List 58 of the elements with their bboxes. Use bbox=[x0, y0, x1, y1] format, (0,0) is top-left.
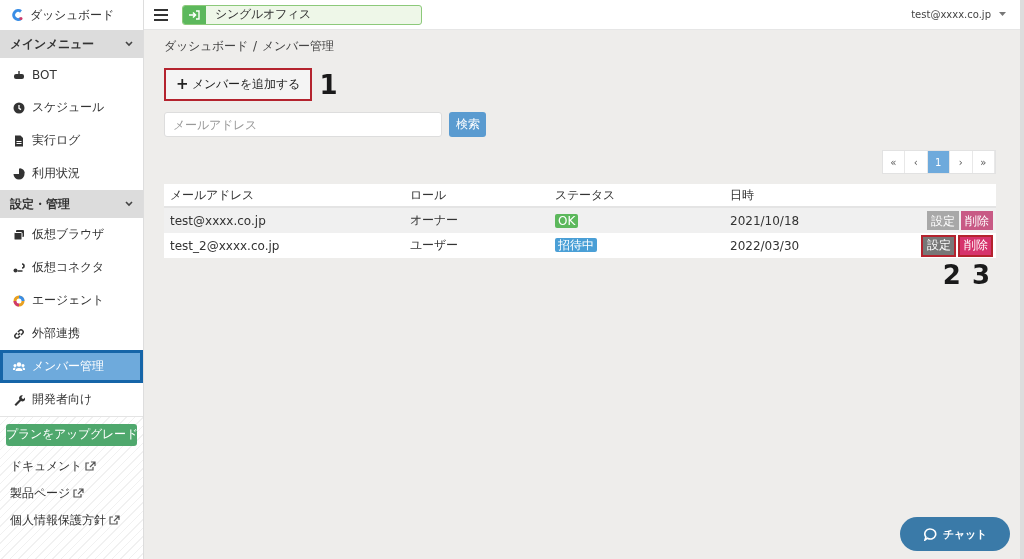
status-badge: OK bbox=[555, 213, 579, 228]
clock-icon bbox=[13, 101, 25, 114]
annotation-number: 1 bbox=[319, 71, 338, 98]
users-icon bbox=[13, 360, 25, 373]
column-header: 日時 bbox=[729, 186, 755, 204]
menu-item[interactable]: 仮想コネクタ bbox=[0, 251, 143, 284]
column-header: ロール bbox=[409, 186, 447, 204]
wrench-icon bbox=[13, 393, 25, 406]
menu-item[interactable]: エージェント bbox=[0, 284, 143, 317]
caret-icon bbox=[999, 12, 1006, 17]
table-cell-text: ユーザー bbox=[409, 237, 459, 254]
menu-item[interactable]: 実行ログ bbox=[0, 124, 143, 157]
menu-item[interactable]: 外部連携 bbox=[0, 317, 143, 350]
windows-icon bbox=[13, 228, 25, 241]
menu-icon bbox=[154, 8, 168, 21]
external-link[interactable]: 個人情報保護方針 bbox=[10, 511, 106, 529]
breadcrumb-item: メンバー管理 bbox=[262, 37, 335, 55]
document-icon bbox=[13, 134, 25, 147]
menu-item[interactable]: 開発者向け bbox=[0, 383, 143, 416]
delete-button[interactable]: 削除 bbox=[958, 234, 993, 257]
status-badge: 招待中 bbox=[555, 238, 597, 252]
menu-item[interactable]: 仮想ブラウザ bbox=[0, 218, 143, 251]
breadcrumb-separator: / bbox=[253, 39, 258, 53]
external-link-icon bbox=[85, 461, 96, 471]
table-cell-text: test@xxxx.co.jp bbox=[169, 213, 267, 228]
external-link-icon bbox=[73, 488, 84, 498]
link-icon bbox=[13, 327, 25, 340]
speech-bubble-icon bbox=[923, 527, 937, 541]
external-link[interactable]: ドキュメント bbox=[10, 457, 82, 475]
external-link[interactable]: 製品ページ bbox=[10, 484, 70, 502]
table-cell-text: 2021/10/18 bbox=[729, 213, 801, 228]
user-menu[interactable]: test@xxxx.co.jp bbox=[911, 9, 1006, 20]
robot-icon bbox=[13, 68, 25, 81]
annotation-number: 3 bbox=[971, 262, 990, 288]
email-search-field[interactable]: メールアドレス bbox=[164, 112, 442, 137]
logo-icon bbox=[12, 9, 23, 21]
annotation-number: 2 bbox=[942, 262, 961, 288]
table-cell-text: オーナー bbox=[409, 212, 459, 229]
sign-in-icon bbox=[189, 9, 200, 20]
table-cell-text: 2022/03/30 bbox=[729, 238, 801, 253]
section-header[interactable]: メインメニュー bbox=[0, 30, 143, 58]
connector-icon bbox=[13, 261, 25, 274]
section-header[interactable]: 設定・管理 bbox=[0, 190, 143, 218]
menu-item[interactable]: 利用状況 bbox=[0, 157, 143, 190]
pie-chart-icon bbox=[13, 167, 25, 180]
column-header: ステータス bbox=[554, 186, 616, 204]
settings-button[interactable]: 設定 bbox=[921, 234, 956, 257]
table-cell-text: test_2@xxxx.co.jp bbox=[169, 238, 281, 253]
chat-button[interactable]: チャット bbox=[900, 517, 1010, 551]
column-header: メールアドレス bbox=[169, 186, 255, 204]
agent-icon bbox=[13, 294, 25, 307]
external-link-icon bbox=[109, 515, 120, 525]
dashboard-link[interactable]: ダッシュボード bbox=[30, 6, 114, 24]
breadcrumb-item[interactable]: ダッシュボード bbox=[164, 37, 248, 55]
menu-item[interactable]: スケジュール bbox=[0, 91, 143, 124]
add-member-button[interactable]: + メンバーを追加する bbox=[164, 68, 312, 101]
workspace-selector[interactable]: シングルオフィス bbox=[182, 4, 422, 25]
menu-item[interactable]: BOT bbox=[0, 58, 143, 91]
